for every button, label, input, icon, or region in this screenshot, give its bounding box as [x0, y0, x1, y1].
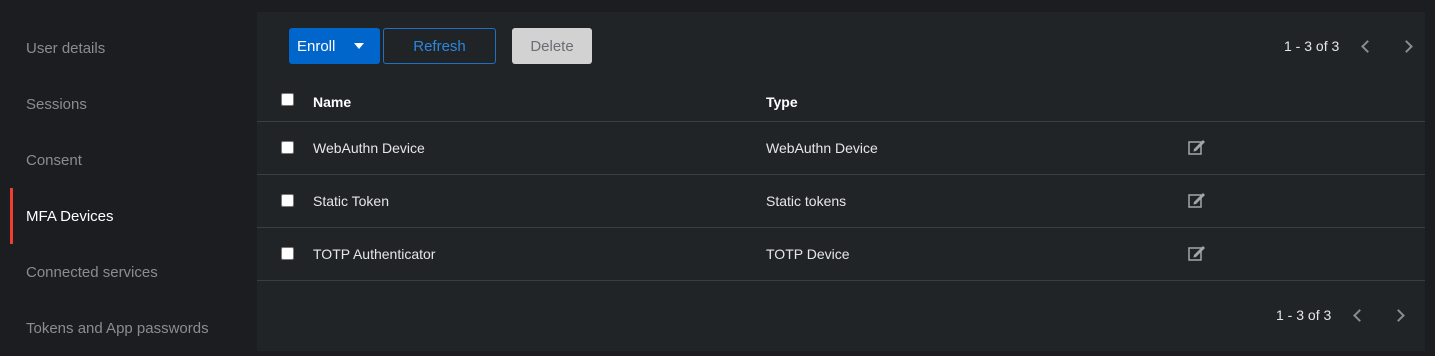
- pagination-text: 1 - 3 of 3: [1284, 38, 1340, 54]
- row-checkbox[interactable]: [281, 141, 294, 154]
- sidebar-item-consent[interactable]: Consent: [10, 132, 257, 188]
- sidebar: User details Sessions Consent MFA Device…: [0, 0, 257, 351]
- bottom-pagination: 1 - 3 of 3: [1276, 305, 1406, 325]
- chevron-left-icon[interactable]: [1361, 39, 1375, 53]
- top-pagination: 1 - 3 of 3: [1284, 36, 1414, 56]
- chevron-left-icon[interactable]: [1353, 308, 1367, 322]
- sidebar-item-sessions[interactable]: Sessions: [10, 76, 257, 132]
- caret-down-icon: [354, 43, 364, 49]
- row-checkbox[interactable]: [281, 247, 294, 260]
- device-name: TOTP Authenticator: [313, 246, 436, 262]
- row-divider: [257, 227, 1425, 228]
- mfa-devices-panel: Enroll Refresh Delete 1 - 3 of 3 Name Ty…: [257, 12, 1425, 351]
- column-header-name[interactable]: Name: [313, 94, 351, 110]
- device-type: Static tokens: [766, 193, 847, 209]
- column-header-type[interactable]: Type: [766, 94, 798, 110]
- refresh-button[interactable]: Refresh: [383, 28, 496, 64]
- sidebar-item-mfa-devices[interactable]: MFA Devices: [10, 188, 257, 244]
- pagination-text: 1 - 3 of 3: [1276, 307, 1332, 323]
- row-divider: [257, 280, 1425, 281]
- sidebar-item-connected-services[interactable]: Connected services: [10, 244, 257, 300]
- select-all-checkbox[interactable]: [281, 93, 294, 106]
- chevron-right-icon[interactable]: [1392, 308, 1406, 322]
- edit-icon[interactable]: [1188, 139, 1206, 155]
- edit-icon[interactable]: [1188, 192, 1206, 208]
- row-divider: [257, 174, 1425, 175]
- device-name: Static Token: [313, 193, 390, 209]
- chevron-right-icon[interactable]: [1400, 39, 1414, 53]
- enroll-label: Enroll: [297, 37, 336, 55]
- sidebar-item-user-details[interactable]: User details: [10, 20, 257, 76]
- device-type: TOTP Device: [766, 246, 850, 262]
- row-checkbox[interactable]: [281, 194, 294, 207]
- device-name: WebAuthn Device: [313, 140, 425, 156]
- enroll-button[interactable]: Enroll: [289, 28, 380, 64]
- edit-icon[interactable]: [1188, 245, 1206, 261]
- sidebar-item-tokens-app-passwords[interactable]: Tokens and App passwords: [10, 300, 257, 356]
- row-divider: [257, 121, 1425, 122]
- delete-button[interactable]: Delete: [512, 28, 592, 64]
- device-type: WebAuthn Device: [766, 140, 878, 156]
